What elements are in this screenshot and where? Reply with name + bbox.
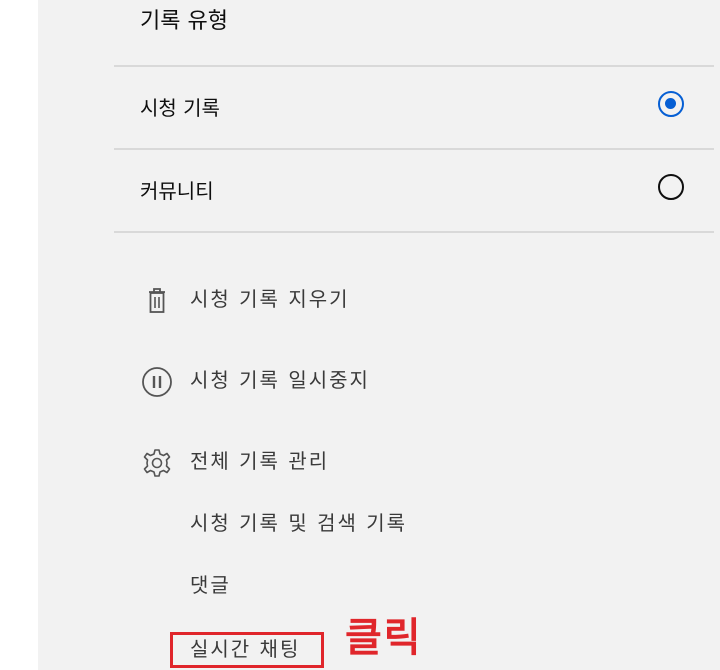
gear-icon bbox=[140, 446, 174, 480]
trash-icon bbox=[140, 284, 174, 318]
radio-option-watch-history[interactable]: 시청 기록 bbox=[114, 67, 714, 149]
radio-button-selected[interactable] bbox=[658, 91, 684, 117]
radio-button[interactable] bbox=[658, 174, 684, 200]
click-annotation: 클릭 bbox=[345, 615, 423, 661]
pause-watch-history-button[interactable]: 시청 기록 일시중지 bbox=[140, 361, 540, 401]
history-type-heading: 기록 유형 bbox=[140, 9, 228, 34]
manage-all-history-button[interactable]: 전체 기록 관리 bbox=[140, 442, 540, 482]
comments-link[interactable]: 댓글 bbox=[190, 568, 231, 602]
live-chat-highlight-box bbox=[170, 632, 324, 668]
action-label: 시청 기록 지우기 bbox=[190, 287, 350, 311]
action-label: 시청 기록 일시중지 bbox=[190, 368, 370, 392]
clear-watch-history-button[interactable]: 시청 기록 지우기 bbox=[140, 280, 540, 320]
radio-option-label: 시청 기록 bbox=[140, 96, 220, 120]
divider bbox=[114, 231, 714, 233]
pause-circle-icon bbox=[140, 365, 174, 399]
action-label: 전체 기록 관리 bbox=[190, 449, 330, 473]
radio-option-community[interactable]: 커뮤니티 bbox=[114, 150, 714, 232]
radio-option-label: 커뮤니티 bbox=[140, 179, 214, 203]
watch-and-search-history-link[interactable]: 시청 기록 및 검색 기록 bbox=[190, 506, 407, 540]
page-margin bbox=[0, 0, 38, 670]
